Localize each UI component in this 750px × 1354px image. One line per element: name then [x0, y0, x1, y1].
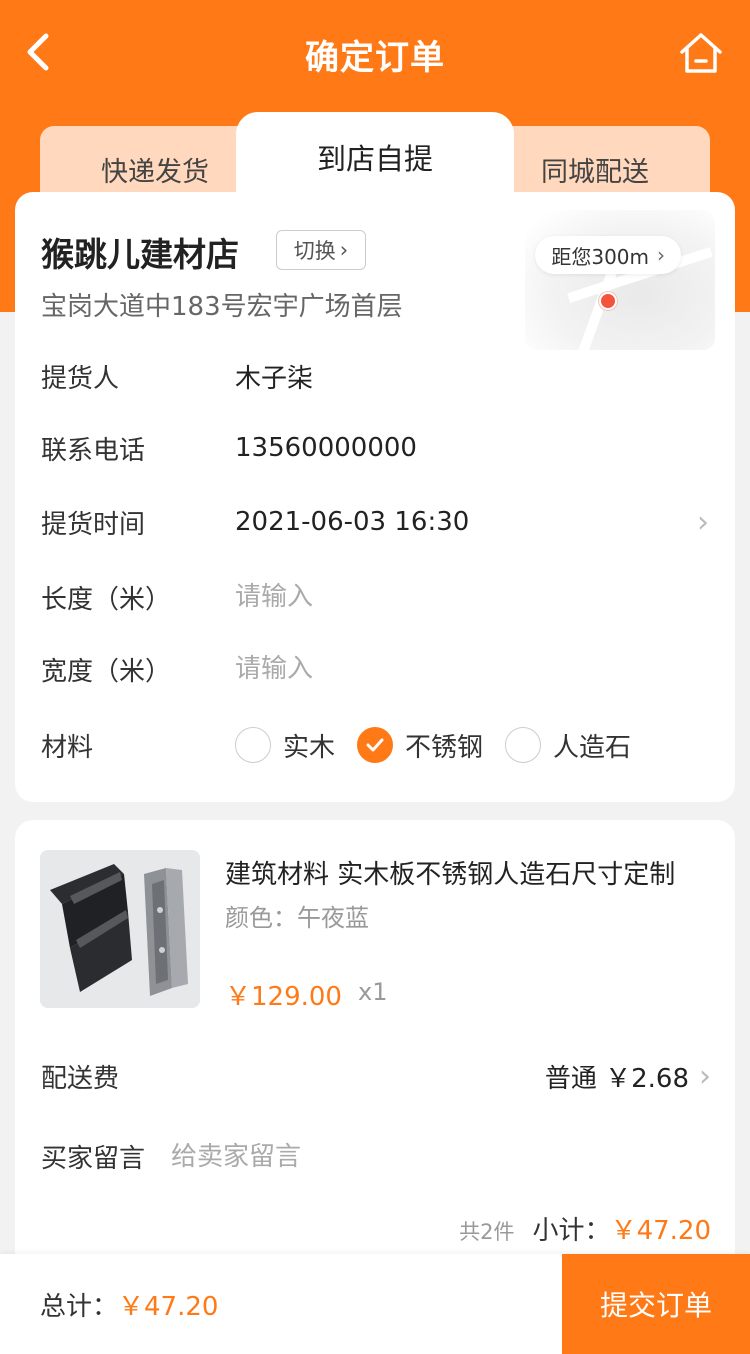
goods-card: 建筑材料 实木板不锈钢人造石尺寸定制 颜色：午夜蓝 ￥129.00 x1 配送费… — [15, 820, 735, 1290]
order-total: 总计： ￥47.20 — [40, 1286, 218, 1323]
shipping-fee-label: 配送费 — [41, 1064, 120, 1094]
material-option-label: 实木 — [283, 732, 336, 763]
material-option-stainless-steel[interactable]: 不锈钢 — [357, 727, 483, 764]
delivery-tabs: 快递发货 同城配送 到店自提 — [0, 112, 750, 202]
product-quantity: x1 — [358, 978, 388, 1006]
product-title[interactable]: 建筑材料 实木板不锈钢人造石尺寸定制 — [225, 854, 705, 891]
pickup-time-label: 提货时间 — [41, 509, 146, 540]
switch-store-button[interactable]: 切换 › — [276, 230, 366, 270]
width-input[interactable] — [235, 654, 535, 684]
store-map[interactable] — [525, 210, 715, 350]
pickup-time-value: 2021-06-03 16:30 — [235, 507, 470, 537]
distance-text: 距您300m — [551, 244, 649, 269]
material-label: 材料 — [41, 732, 94, 763]
store-name: 猴跳儿建材店 — [41, 235, 239, 274]
nav-bar: 确定订单 — [0, 0, 750, 106]
width-label: 宽度（米） — [41, 656, 172, 687]
material-option-artificial-stone[interactable]: 人造石 — [505, 727, 631, 764]
location-pin-icon — [599, 292, 617, 310]
radio-circle — [505, 727, 542, 763]
width-row: 宽度（米） — [41, 649, 709, 689]
shipping-fee-row[interactable]: 配送费 普通 ￥2.68 › — [41, 1058, 711, 1095]
bottom-bar: 总计： ￥47.20 提交订单 — [0, 1254, 750, 1354]
length-label: 长度（米） — [41, 584, 172, 615]
length-input[interactable] — [235, 582, 535, 612]
chevron-right-icon: › — [339, 238, 349, 262]
pickup-time-row[interactable]: 提货时间 2021-06-03 16:30 › — [41, 502, 709, 542]
length-row: 长度（米） — [41, 577, 709, 617]
page-title: 确定订单 — [305, 38, 445, 78]
subtotal: 共2件 小计： ￥47.20 — [459, 1210, 711, 1247]
switch-store-label: 切换 — [293, 239, 336, 263]
product-image[interactable] — [40, 850, 200, 1008]
tab-store-pickup[interactable]: 到店自提 — [236, 112, 514, 202]
chevron-right-icon: › — [699, 1059, 711, 1094]
picker-row: 提货人 木子柒 — [41, 356, 709, 396]
material-option-label: 人造石 — [553, 732, 632, 763]
chevron-right-icon: › — [657, 243, 665, 267]
submit-order-button[interactable]: 提交订单 — [562, 1254, 750, 1354]
picker-label: 提货人 — [41, 363, 120, 394]
material-row: 材料 实木 不锈钢 人造石 — [41, 725, 709, 765]
buyer-note-label: 买家留言 — [41, 1144, 146, 1174]
phone-row: 联系电话 13560000000 — [41, 428, 709, 468]
picker-value[interactable]: 木子柒 — [235, 358, 709, 395]
product-price: ￥129.00 — [225, 982, 342, 1012]
phone-value[interactable]: 13560000000 — [235, 433, 709, 463]
buyer-note-row: 买家留言 — [41, 1138, 709, 1175]
store-card: 猴跳儿建材店 切换 › 宝岗大道中183号宏宇广场首层 距您300m › 提货人… — [15, 192, 735, 802]
total-label: 总计： — [40, 1292, 119, 1322]
home-button[interactable] — [676, 28, 726, 78]
tab-local-delivery[interactable]: 同城配送 — [480, 126, 710, 202]
product-spec: 颜色：午夜蓝 — [225, 904, 369, 932]
radio-circle — [235, 727, 271, 763]
store-address: 宝岗大道中183号宏宇广场首层 — [41, 292, 403, 322]
buyer-note-input[interactable] — [171, 1141, 671, 1172]
chevron-right-icon: › — [697, 504, 709, 540]
material-radio-group: 实木 不锈钢 人造石 — [235, 727, 653, 764]
home-icon — [680, 33, 722, 73]
phone-label: 联系电话 — [41, 435, 146, 466]
total-value: ￥47.20 — [118, 1292, 219, 1322]
material-option-label: 不锈钢 — [405, 732, 484, 763]
material-option-solid-wood[interactable]: 实木 — [235, 727, 335, 764]
shipping-fee-value: 普通 ￥2.68 — [544, 1064, 689, 1094]
drawer-slide-rails-image — [40, 850, 200, 1008]
subtotal-label: 小计： — [532, 1216, 611, 1246]
distance-badge[interactable]: 距您300m › — [535, 236, 681, 274]
check-icon — [366, 738, 384, 752]
item-count: 共2件 — [459, 1220, 515, 1244]
radio-circle-checked — [357, 727, 394, 763]
subtotal-value: ￥47.20 — [610, 1216, 711, 1246]
